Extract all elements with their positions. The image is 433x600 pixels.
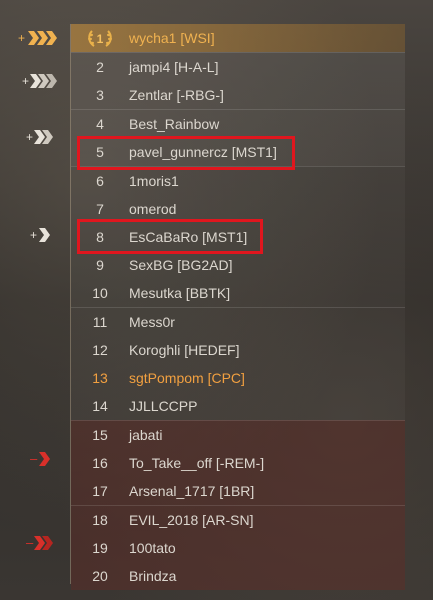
rank-number: 14 bbox=[92, 398, 108, 414]
rank-up-1-icon: + bbox=[18, 226, 62, 244]
player-name: wycha1 [WSI] bbox=[129, 30, 215, 46]
player-name: sgtPompom [CPC] bbox=[129, 370, 245, 386]
leaderboard-row[interactable]: 3 Zentlar [-RBG-] bbox=[71, 81, 405, 109]
leaderboard-row[interactable]: 1 wycha1 [WSI] bbox=[71, 24, 405, 52]
rank-number: 10 bbox=[92, 285, 108, 301]
player-name: EVIL_2018 [AR-SN] bbox=[129, 512, 254, 528]
leaderboard-row-self[interactable]: 13 sgtPompom [CPC] bbox=[71, 364, 405, 392]
leaderboard-row[interactable]: 16 To_Take__off [-REM-] bbox=[71, 449, 405, 477]
leaderboard-row[interactable]: 2 jampi4 [H-A-L] bbox=[71, 52, 405, 81]
leaderboard-row[interactable]: 4 Best_Rainbow bbox=[71, 109, 405, 138]
leaderboard-row[interactable]: 12 Koroghli [HEDEF] bbox=[71, 336, 405, 364]
player-name: jampi4 [H-A-L] bbox=[129, 59, 219, 75]
player-name: SexBG [BG2AD] bbox=[129, 257, 233, 273]
rank-number: 17 bbox=[92, 483, 108, 499]
leaderboard-row[interactable]: 18 EVIL_2018 [AR-SN] bbox=[71, 505, 405, 534]
rank-number: 15 bbox=[92, 427, 108, 443]
rank-number: 3 bbox=[96, 87, 104, 103]
rank-up-2-icon: + bbox=[18, 128, 62, 146]
leaderboard-row[interactable]: 9 SexBG [BG2AD] bbox=[71, 251, 405, 279]
svg-text:+: + bbox=[18, 31, 25, 45]
svg-text:–: – bbox=[26, 535, 34, 550]
leaderboard-row[interactable]: 5 pavel_gunnercz [MST1] bbox=[71, 138, 405, 166]
rank-number: 13 bbox=[92, 370, 108, 386]
player-name: Brindza bbox=[129, 568, 177, 584]
leaderboard-row[interactable]: 8 EsCaBaRo [MST1] bbox=[71, 223, 405, 251]
leaderboard-row[interactable]: 20 Brindza bbox=[71, 562, 405, 590]
rank-number: 6 bbox=[96, 173, 104, 189]
rank-number: 16 bbox=[92, 455, 108, 471]
player-name: EsCaBaRo [MST1] bbox=[129, 229, 248, 245]
leaderboard-row[interactable]: 10 Mesutka [BBTK] bbox=[71, 279, 405, 307]
rank-number: 19 bbox=[92, 540, 108, 556]
svg-text:–: – bbox=[30, 451, 38, 466]
leaderboard-row[interactable]: 7 omerod bbox=[71, 195, 405, 223]
leaderboard-row[interactable]: 14 JJLLCCPP bbox=[71, 392, 405, 420]
rank-down-1-icon: – bbox=[18, 450, 62, 468]
leaderboard-row[interactable]: 19 100tato bbox=[71, 534, 405, 562]
rank-number: 4 bbox=[96, 116, 104, 132]
rank-number: 12 bbox=[92, 342, 108, 358]
rank-number: 18 bbox=[92, 512, 108, 528]
leaderboard-row[interactable]: 11 Mess0r bbox=[71, 307, 405, 336]
player-name: omerod bbox=[129, 201, 177, 217]
leaderboard-row[interactable]: 17 Arsenal_1717 [1BR] bbox=[71, 477, 405, 505]
rank-number: 9 bbox=[96, 257, 104, 273]
svg-text:+: + bbox=[26, 130, 33, 144]
rank-up-3-gold-icon: + bbox=[18, 29, 62, 47]
leaderboard-row[interactable]: 15 jabati bbox=[71, 420, 405, 449]
player-name: Zentlar [-RBG-] bbox=[129, 87, 224, 103]
player-name: Best_Rainbow bbox=[129, 116, 220, 132]
rank-down-2-icon: – bbox=[18, 534, 62, 552]
rank-number: 7 bbox=[96, 201, 104, 217]
rank-up-3-icon: + bbox=[18, 72, 62, 90]
rank-number: 1 bbox=[71, 30, 129, 47]
player-name: JJLLCCPP bbox=[129, 398, 198, 414]
rank-number: 2 bbox=[96, 59, 104, 75]
player-name: Mesutka [BBTK] bbox=[129, 285, 231, 301]
svg-text:+: + bbox=[22, 74, 29, 88]
player-name: 1moris1 bbox=[129, 173, 179, 189]
player-name: Mess0r bbox=[129, 314, 175, 330]
rank-number: 20 bbox=[92, 568, 108, 584]
player-name: To_Take__off [-REM-] bbox=[129, 455, 265, 471]
rank-change-column: + + + + – – bbox=[0, 24, 68, 584]
player-name: jabati bbox=[129, 427, 163, 443]
leaderboard-row[interactable]: 6 1moris1 bbox=[71, 166, 405, 195]
rank-number: 8 bbox=[96, 229, 104, 245]
leaderboard-table: 1 wycha1 [WSI] 2 jampi4 [H-A-L] 3 Zentla… bbox=[71, 24, 405, 590]
rank-number: 5 bbox=[96, 144, 104, 160]
player-name: pavel_gunnercz [MST1] bbox=[129, 144, 277, 160]
player-name: Arsenal_1717 [1BR] bbox=[129, 483, 255, 499]
rank-number: 11 bbox=[92, 314, 108, 330]
player-name: Koroghli [HEDEF] bbox=[129, 342, 240, 358]
svg-text:+: + bbox=[30, 228, 37, 242]
player-name: 100tato bbox=[129, 540, 176, 556]
